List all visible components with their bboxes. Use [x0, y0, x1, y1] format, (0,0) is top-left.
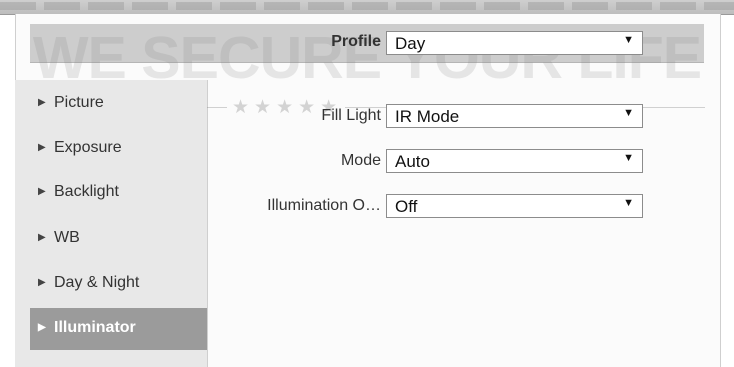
sidebar-item-illuminator[interactable]: ▶ Illuminator: [30, 308, 207, 350]
fill-light-select[interactable]: IR Mode ▼: [386, 104, 643, 128]
sidebar-item-wb[interactable]: ▶ WB: [30, 218, 207, 260]
chevron-right-icon: ▶: [38, 142, 46, 153]
sidebar-item-exposure[interactable]: ▶ Exposure: [30, 128, 207, 170]
mode-value: Auto: [395, 152, 430, 171]
chevron-right-icon: ▶: [38, 186, 46, 197]
dropdown-arrow-icon: ▼: [623, 152, 634, 164]
dropdown-arrow-icon: ▼: [623, 34, 634, 46]
top-strip-pattern: [0, 2, 734, 10]
mode-label: Mode: [340, 152, 381, 169]
mode-select[interactable]: Auto ▼: [386, 149, 643, 173]
fill-light-label: Fill Light: [321, 107, 381, 124]
fill-light-value: IR Mode: [395, 107, 460, 126]
sidebar-item-picture[interactable]: ▶ Picture: [30, 83, 207, 125]
dropdown-arrow-icon: ▼: [623, 107, 634, 119]
illumination-label: Illumination O…: [267, 197, 381, 214]
sidebar-item-label: Day & Night: [54, 274, 140, 291]
sidebar-item-label: Exposure: [54, 139, 122, 156]
sidebar-item-label: Picture: [54, 94, 104, 111]
top-strip: [0, 0, 734, 15]
sidebar-item-label: WB: [54, 229, 80, 246]
sidebar-item-day-night[interactable]: ▶ Day & Night: [30, 263, 207, 305]
chevron-right-icon: ▶: [38, 322, 46, 333]
sidebar-item-label: Illuminator: [54, 319, 136, 336]
chevron-right-icon: ▶: [38, 97, 46, 108]
illumination-value: Off: [395, 197, 418, 216]
sidebar-item-label: Backlight: [54, 183, 119, 200]
chevron-right-icon: ▶: [38, 232, 46, 243]
chevron-right-icon: ▶: [38, 277, 46, 288]
illumination-select[interactable]: Off ▼: [386, 194, 643, 218]
dropdown-arrow-icon: ▼: [623, 197, 634, 209]
profile-label: Profile: [331, 33, 381, 50]
sidebar-item-backlight[interactable]: ▶ Backlight: [30, 172, 207, 214]
profile-select[interactable]: Day ▼: [386, 31, 643, 55]
profile-value: Day: [395, 34, 426, 53]
watermark-line-left: [207, 107, 227, 108]
